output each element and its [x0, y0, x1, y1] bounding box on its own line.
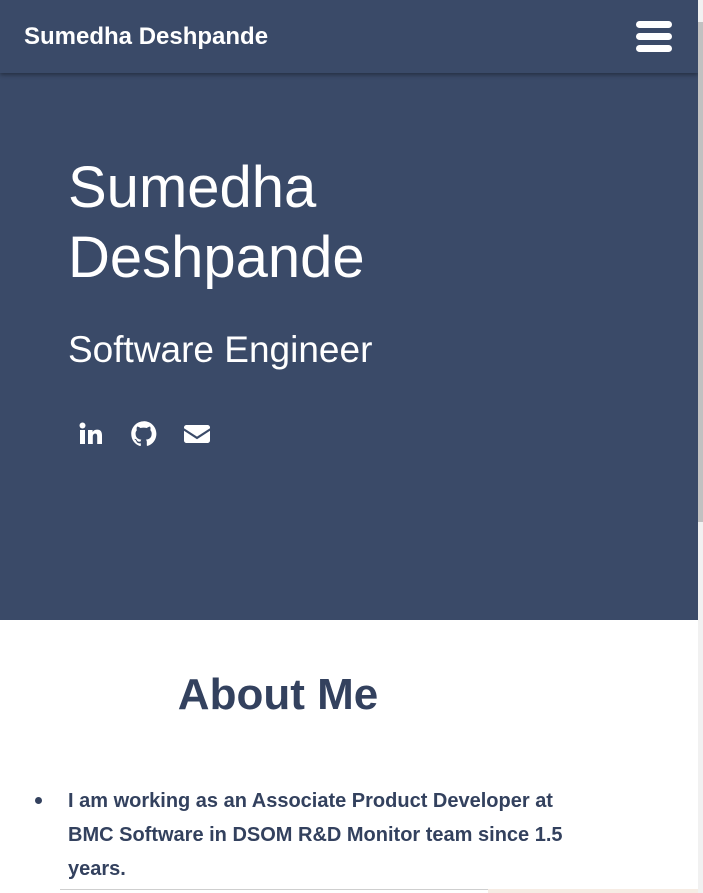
brand-name[interactable]: Sumedha Deshpande	[24, 22, 268, 52]
hero-section: Sumedha Deshpande Software Engineer	[0, 73, 698, 620]
about-section: About Me I am working as an Associate Pr…	[0, 620, 698, 893]
hero-name-last: Deshpande	[68, 225, 365, 290]
about-list: I am working as an Associate Product Dev…	[35, 784, 578, 886]
page-edge-tint	[488, 889, 698, 893]
overlay-edge	[60, 889, 488, 893]
github-link[interactable]	[129, 419, 159, 449]
hamburger-menu-icon[interactable]	[634, 18, 674, 54]
envelope-icon	[184, 425, 210, 443]
scrollbar-thumb[interactable]	[698, 22, 703, 522]
vertical-scrollbar[interactable]	[698, 0, 703, 893]
linkedin-icon	[79, 422, 102, 444]
about-list-item: I am working as an Associate Product Dev…	[35, 784, 578, 886]
social-links	[76, 419, 235, 449]
page-viewport: Sumedha Deshpande Sumedha Deshpande Softw…	[0, 0, 703, 893]
email-link[interactable]	[182, 419, 212, 449]
top-navbar: Sumedha Deshpande	[0, 0, 698, 73]
hero-job-title: Software Engineer	[68, 329, 373, 370]
hero-name-first: Sumedha	[68, 155, 317, 220]
linkedin-link[interactable]	[76, 419, 106, 449]
about-item-text: I am working as an Associate Product Dev…	[68, 790, 563, 880]
github-icon	[131, 421, 157, 447]
bullet-icon	[35, 797, 42, 804]
about-heading: About Me	[177, 670, 379, 719]
hero-name: Sumedha Deshpande	[68, 153, 488, 293]
